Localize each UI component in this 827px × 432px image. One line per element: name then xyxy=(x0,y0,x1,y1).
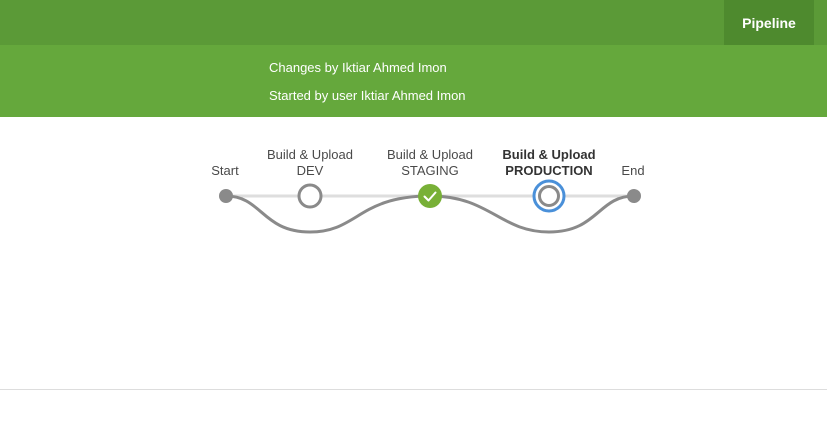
started-by-text: Started by user Iktiar Ahmed Imon xyxy=(269,88,466,103)
connector-branch-dev xyxy=(225,194,431,234)
not-built-icon xyxy=(297,183,323,209)
top-bar: Pipeline xyxy=(0,0,827,45)
success-icon xyxy=(418,184,442,208)
pipeline-graph: Start Build & Upload DEV Build & Upload … xyxy=(0,117,827,389)
stage-node-staging[interactable] xyxy=(418,184,442,208)
tab-pipeline[interactable]: Pipeline xyxy=(724,0,814,45)
end-node xyxy=(627,189,641,203)
changes-text: Changes by Iktiar Ahmed Imon xyxy=(269,60,447,75)
pipeline-svg xyxy=(219,179,641,234)
stage-node-dev[interactable] xyxy=(297,183,323,209)
stage-node-production[interactable] xyxy=(532,179,566,213)
build-info-bar: Changes by Iktiar Ahmed Imon Started by … xyxy=(0,45,827,117)
in-progress-inner-icon xyxy=(538,185,560,207)
connector-branch-production xyxy=(429,194,635,234)
start-node xyxy=(219,189,233,203)
bottom-divider xyxy=(0,389,827,390)
